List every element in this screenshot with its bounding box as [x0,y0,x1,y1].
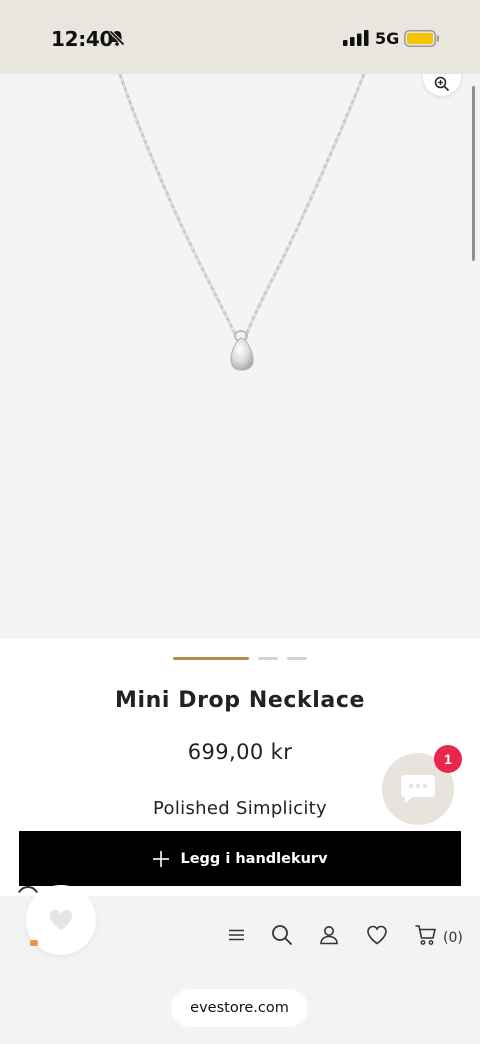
heart-icon[interactable] [365,923,389,947]
add-to-cart-button[interactable]: Legg i handlekurv [19,831,461,886]
network-label: 5G [375,29,400,48]
signal-bars-icon [343,30,369,46]
search-icon[interactable] [270,923,294,947]
badge-mark [30,940,38,946]
cart-count: (0) [443,930,463,946]
chat-notification-badge: 1 [434,745,462,773]
status-bar: 12:40 5G [0,0,480,74]
heart-icon [48,908,74,932]
slide-indicators [0,657,480,661]
bell-slash-icon [109,30,125,46]
product-title: Mini Drop Necklace [114,688,366,713]
add-to-cart-label: Legg i handlekurv [180,850,328,867]
necklace-image [118,74,366,371]
slide-indicator[interactable] [287,657,307,660]
product-image[interactable] [0,74,480,639]
account-icon[interactable] [317,923,341,947]
menu-icon[interactable] [224,923,248,947]
scrollbar[interactable] [472,86,475,261]
url-text: evestore.com [190,1000,289,1016]
zoom-in-icon [434,76,450,92]
browser-url-bar[interactable]: evestore.com [171,989,308,1027]
chat-bubble-icon [401,775,435,803]
status-time: 12:40 [51,27,114,51]
slide-indicator[interactable] [258,657,278,660]
cart-icon[interactable] [414,923,438,947]
battery-icon [404,30,439,47]
slide-indicator-active[interactable] [173,657,249,660]
plus-icon [153,850,170,867]
